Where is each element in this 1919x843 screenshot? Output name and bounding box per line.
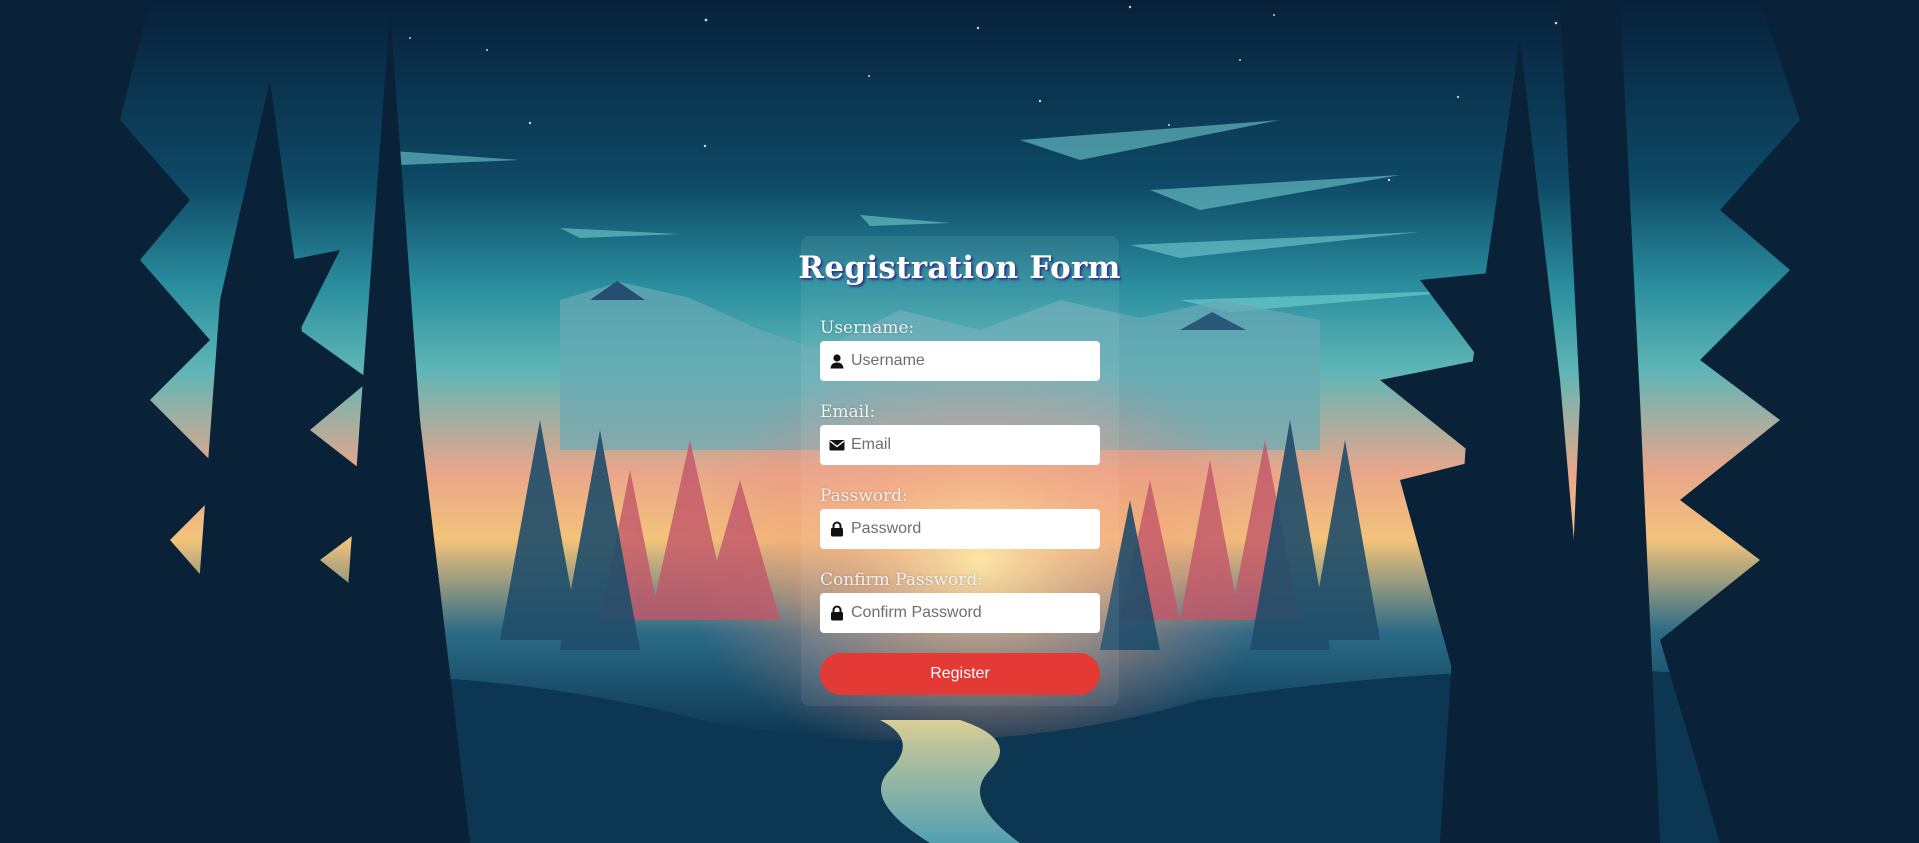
envelope-icon xyxy=(829,437,845,453)
confirm-password-label: Confirm Password: xyxy=(820,570,983,590)
lock-icon xyxy=(829,605,845,621)
password-label: Password: xyxy=(820,486,908,506)
password-field[interactable] xyxy=(820,509,1100,549)
email-input[interactable] xyxy=(851,425,1091,465)
username-input[interactable] xyxy=(851,341,1091,381)
confirm-password-input[interactable] xyxy=(851,593,1091,633)
username-label: Username: xyxy=(820,318,915,338)
register-button[interactable]: Register xyxy=(820,653,1100,695)
email-field[interactable] xyxy=(820,425,1100,465)
username-field[interactable] xyxy=(820,341,1100,381)
user-icon xyxy=(829,353,845,369)
form-title: Registration Form xyxy=(798,250,1121,286)
password-input[interactable] xyxy=(851,509,1091,549)
email-label: Email: xyxy=(820,402,876,422)
lock-icon xyxy=(829,521,845,537)
confirm-password-field[interactable] xyxy=(820,593,1100,633)
registration-card xyxy=(801,236,1119,706)
